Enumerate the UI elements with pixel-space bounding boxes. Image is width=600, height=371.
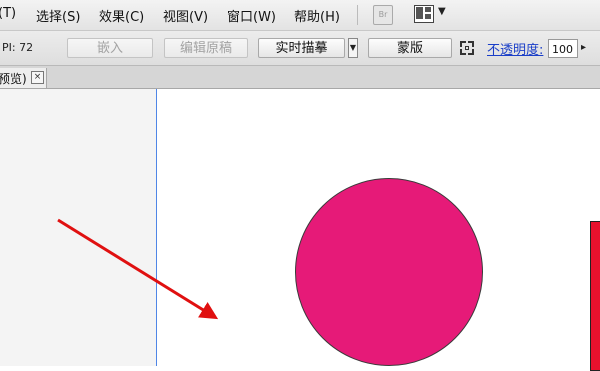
annotation-arrow — [57, 218, 219, 320]
red-rectangle-shape[interactable] — [590, 221, 600, 371]
magenta-circle-shape[interactable] — [295, 178, 483, 366]
